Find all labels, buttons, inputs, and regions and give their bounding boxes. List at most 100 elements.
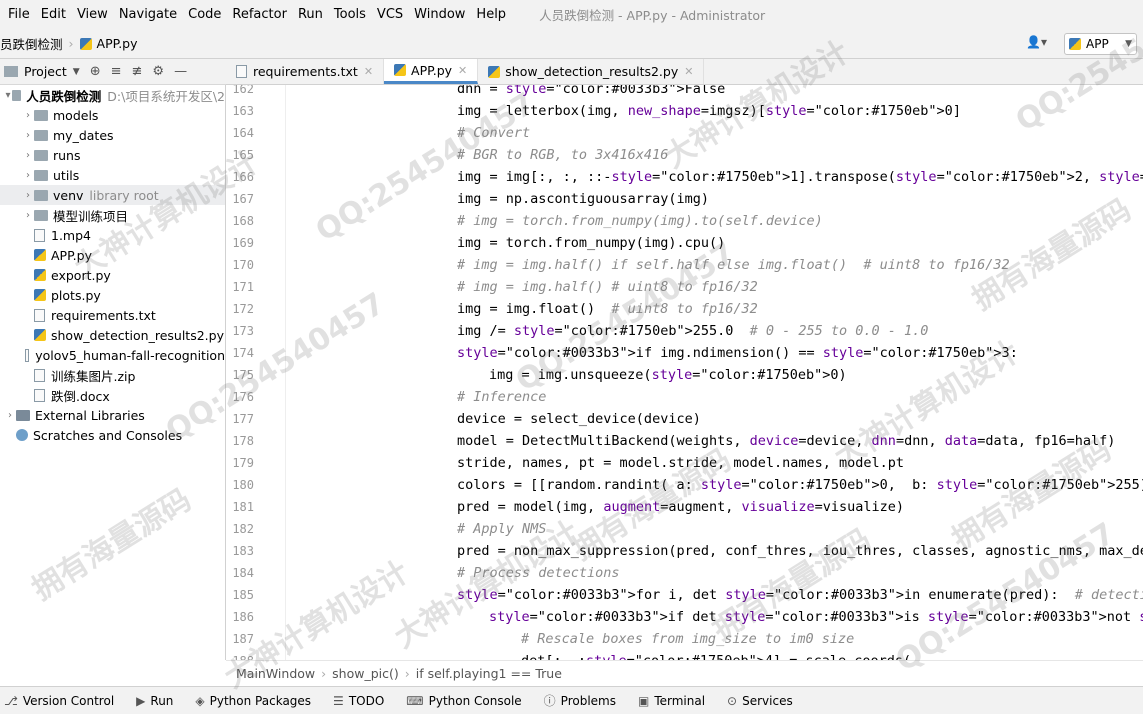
chevron-down-icon[interactable]: ▼	[73, 67, 80, 77]
tree-item[interactable]: › utils	[0, 165, 225, 185]
tree-item-label: yolov5_human-fall-recognition	[35, 347, 225, 363]
menu-bar: File Edit View Navigate Code Refactor Run Tools…	[0, 0, 1143, 29]
tree-item[interactable]: requirements.txt	[0, 305, 225, 325]
code-line: 164 # Convert	[226, 122, 1143, 144]
menu-item-refactor[interactable]: Refactor	[232, 7, 287, 22]
editor-breadcrumb-item[interactable]: MainWindow	[236, 666, 315, 681]
project-panel-title[interactable]: Project	[24, 64, 67, 79]
expand-all-icon[interactable]: ≡	[111, 64, 122, 79]
tab-app-py[interactable]: APP.py ✕	[384, 59, 479, 84]
breadcrumb-file[interactable]: APP.py	[97, 36, 138, 51]
tree-item[interactable]: › my_dates	[0, 125, 225, 145]
close-icon[interactable]: ✕	[684, 65, 693, 78]
menu-item-edit[interactable]: Edit	[41, 7, 66, 22]
code-line: 163 img = letterbox(img, new_shape=imgsz)…	[226, 100, 1143, 122]
menu-item-window[interactable]: Window	[414, 7, 465, 22]
user-icon[interactable]: 👤▾	[1026, 35, 1047, 49]
toolwindow-services[interactable]: ⊙ Services	[727, 694, 793, 708]
menu-item-help[interactable]: Help	[476, 7, 506, 22]
chevron-right-icon[interactable]: ›	[22, 190, 34, 201]
code-text: # Rescale boxes from img_size to im0 siz…	[521, 631, 855, 647]
menu-item-run[interactable]: Run	[298, 7, 323, 22]
code-editor[interactable]: 162 dnn = style="color:#0033b3">False 163 i…	[226, 85, 1143, 660]
toolwindow-todo[interactable]: ☰ TODO	[333, 694, 384, 708]
code-text: img = img.float() # uint8 to fp16/32	[457, 301, 758, 317]
run-configuration-select[interactable]: APP ▼	[1064, 33, 1137, 55]
tree-item[interactable]: ▾ 人员跌倒检测 D:\项目系统开发区\2	[0, 85, 225, 105]
toolwindow-version-control[interactable]: ⎇ Version Control	[4, 694, 114, 708]
toolwindow-label: Python Packages	[209, 693, 312, 708]
tree-item[interactable]: plots.py	[0, 285, 225, 305]
line-number: 163	[232, 104, 254, 118]
menu-item-file[interactable]: File	[8, 7, 30, 22]
collapse-all-icon[interactable]: ≢	[132, 64, 143, 79]
line-number: 169	[232, 236, 254, 250]
tree-item[interactable]: APP.py	[0, 245, 225, 265]
tree-item[interactable]: › External Libraries	[0, 405, 225, 425]
locate-icon[interactable]: ⊕	[90, 64, 101, 79]
folder-icon	[11, 89, 22, 101]
hide-icon[interactable]: —	[174, 64, 187, 79]
line-number: 171	[232, 280, 254, 294]
chevron-right-icon[interactable]: ›	[22, 110, 34, 121]
code-line: 165 # BGR to RGB, to 3x416x416	[226, 144, 1143, 166]
tree-item[interactable]: › runs	[0, 145, 225, 165]
menu-item-view[interactable]: View	[77, 7, 108, 22]
tree-item[interactable]: › 模型训练项目	[0, 205, 225, 225]
chevron-right-icon[interactable]: ›	[4, 410, 16, 421]
tab-requirements-txt[interactable]: requirements.txt ✕	[226, 59, 385, 84]
chevron-down-icon: ▼	[1125, 39, 1132, 49]
editor-breadcrumb-item[interactable]: if self.playing1 == True	[416, 666, 562, 681]
breadcrumb-separator: ›	[68, 36, 74, 51]
tree-item[interactable]: › models	[0, 105, 225, 125]
chevron-right-icon[interactable]: ▾	[4, 90, 12, 101]
line-number: 178	[232, 434, 254, 448]
toolwindow-label: Run	[150, 693, 174, 708]
gear-icon[interactable]: ⚙	[152, 64, 164, 79]
code-line: 186 style="color:#0033b3">if det style="c…	[226, 606, 1143, 628]
tree-item[interactable]: yolov5_human-fall-recognition	[0, 345, 225, 365]
line-number: 168	[232, 214, 254, 228]
tree-item[interactable]: 跌倒.docx	[0, 385, 225, 405]
breadcrumb-project[interactable]: 员跌倒检测	[0, 34, 63, 53]
chevron-right-icon[interactable]: ›	[22, 170, 34, 181]
menu-item-vcs[interactable]: VCS	[377, 7, 403, 22]
line-number: 187	[232, 632, 254, 646]
toolwindow-problems[interactable]: ⓘ Problems	[544, 692, 616, 709]
code-text: # img = img.half() # uint8 to fp16/32	[457, 279, 758, 295]
code-text: img = img[:, :, ::-style="color:#1750eb"…	[457, 169, 1143, 185]
breadcrumb: 员跌倒检测 › APP.py	[0, 34, 138, 53]
close-icon[interactable]: ✕	[364, 65, 373, 78]
tree-item-label: venv	[53, 187, 84, 203]
tree-item[interactable]: show_detection_results2.py	[0, 325, 225, 345]
library-icon	[16, 409, 30, 421]
toolwindow-terminal[interactable]: ▣ Terminal	[638, 694, 705, 708]
code-line: 181 pred = model(img, augment=augment, vi…	[226, 496, 1143, 518]
code-line: 179 stride, names, pt = model.stride, mod…	[226, 452, 1143, 474]
project-tree[interactable]: ▾ 人员跌倒检测 D:\项目系统开发区\2 › models › my_dates › runs…	[0, 85, 226, 660]
tree-item[interactable]: export.py	[0, 265, 225, 285]
tree-item[interactable]: › venv library root	[0, 185, 225, 205]
toolwindow-run[interactable]: ▶ Run	[136, 694, 173, 708]
toolwindow-python-console[interactable]: ⌨ Python Console	[406, 694, 521, 708]
chevron-right-icon[interactable]: ›	[22, 150, 34, 161]
editor-breadcrumb-item[interactable]: show_pic()	[332, 666, 399, 681]
toolwindow-python-packages[interactable]: ◈ Python Packages	[195, 694, 311, 708]
chevron-right-icon[interactable]: ›	[22, 130, 34, 141]
tree-item[interactable]: 1.mp4	[0, 225, 225, 245]
code-line: 170 # img = img.half() if self.half else …	[226, 254, 1143, 276]
chevron-right-icon[interactable]: ›	[22, 210, 34, 221]
tree-item[interactable]: 训练集图片.zip	[0, 365, 225, 385]
menu-item-code[interactable]: Code	[188, 7, 221, 22]
file-icon	[488, 65, 501, 78]
tab-show-detection-results2-py[interactable]: show_detection_results2.py ✕	[478, 59, 705, 84]
tree-item[interactable]: Scratches and Consoles	[0, 425, 225, 445]
menu-item-tools[interactable]: Tools	[334, 7, 366, 22]
code-text: img = torch.from_numpy(img).cpu()	[457, 235, 726, 251]
file-icon	[34, 388, 45, 402]
code-text: img = letterbox(img, new_shape=imgsz)[st…	[457, 103, 961, 119]
menu-item-navigate[interactable]: Navigate	[119, 7, 177, 22]
line-number: 164	[232, 126, 254, 140]
python-console-icon: ⌨	[406, 693, 424, 708]
close-icon[interactable]: ✕	[458, 64, 467, 77]
